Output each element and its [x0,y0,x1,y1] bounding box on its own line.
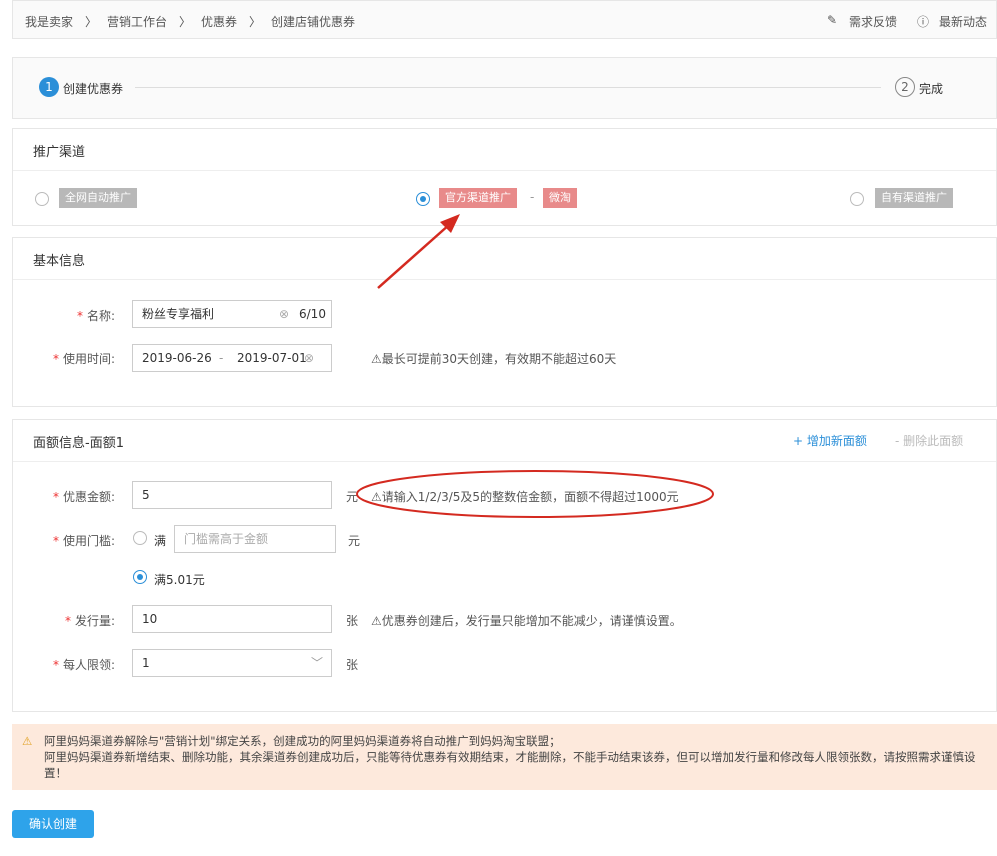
annotation-ellipse [357,471,713,517]
annotation-arrow [378,224,450,288]
annotation-layer [0,0,997,856]
